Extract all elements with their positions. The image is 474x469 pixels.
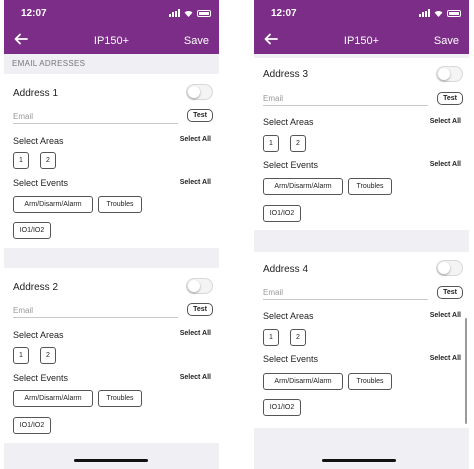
battery-icon [197,9,211,17]
address-2-select-events-label: Select Events [13,373,69,383]
address-3-area-1[interactable]: 1 [263,135,279,152]
address-3-email-input[interactable] [263,92,428,106]
address-3-event-arm-disarm-alarm[interactable]: Arm/Disarm/Alarm [263,178,343,195]
wifi-icon [434,10,443,17]
address-3-toggle[interactable] [436,66,463,82]
address-2-event-arm-disarm-alarm[interactable]: Arm/Disarm/Alarm [13,390,93,407]
home-indicator[interactable] [322,459,396,462]
address-4-event-troubles[interactable]: Troubles [348,373,392,390]
address-3-select-areas-label: Select Areas [263,117,314,127]
phone-screen-right: 12:07 IP150+ Save Address 3 Test Select … [254,0,469,469]
address-1-areas-select-all[interactable]: Select All [180,136,211,143]
scrollbar[interactable] [465,318,467,424]
address-3-event-troubles[interactable]: Troubles [348,178,392,195]
address-2-area-1[interactable]: 1 [13,347,29,364]
address-1-select-events-label: Select Events [13,178,69,188]
nav-bar: IP150+ Save [254,26,469,54]
address-4-select-areas-label: Select Areas [263,311,314,321]
battery-icon [447,9,461,17]
address-4-toggle[interactable] [436,260,463,276]
address-4-events-select-all[interactable]: Select All [430,355,461,362]
address-2-title: Address 2 [13,282,59,293]
address-3-card: Address 3 Test Select Areas Select All 1… [254,58,469,230]
address-1-title: Address 1 [13,88,59,99]
home-indicator[interactable] [74,459,148,462]
signal-icon [169,9,180,17]
address-4-card: Address 4 Test Select Areas Select All 1… [254,252,469,428]
address-1-card: Address 1 Test Select Areas Select All 1… [4,74,219,248]
signal-icon [419,9,430,17]
address-4-title: Address 4 [263,264,309,275]
address-4-test-button[interactable]: Test [437,286,463,299]
address-1-area-2[interactable]: 2 [40,152,56,169]
address-4-area-2[interactable]: 2 [290,329,306,346]
address-1-test-button[interactable]: Test [187,109,213,122]
address-2-event-io1-io2[interactable]: IO1/IO2 [13,417,51,434]
save-button[interactable]: Save [434,35,459,47]
address-4-event-arm-disarm-alarm[interactable]: Arm/Disarm/Alarm [263,373,343,390]
address-4-area-1[interactable]: 1 [263,329,279,346]
address-3-event-io1-io2[interactable]: IO1/IO2 [263,205,301,222]
status-bar: 12:07 [254,0,469,26]
save-button[interactable]: Save [184,35,209,47]
address-3-area-2[interactable]: 2 [290,135,306,152]
address-3-select-events-label: Select Events [263,160,319,170]
address-3-test-button[interactable]: Test [437,92,463,105]
address-1-select-areas-label: Select Areas [13,136,64,146]
address-2-test-button[interactable]: Test [187,303,213,316]
address-4-areas-select-all[interactable]: Select All [430,312,461,319]
address-2-areas-select-all[interactable]: Select All [180,330,211,337]
address-4-event-io1-io2[interactable]: IO1/IO2 [263,399,301,416]
address-2-email-input[interactable] [13,304,178,318]
phone-screen-left: 12:07 IP150+ Save EMAIL ADRESSES Address… [4,0,219,469]
address-1-toggle[interactable] [186,84,213,100]
email-addresses-header: EMAIL ADRESSES [4,54,219,74]
address-1-events-select-all[interactable]: Select All [180,179,211,186]
address-1-email-input[interactable] [13,110,178,124]
address-2-area-2[interactable]: 2 [40,347,56,364]
address-1-event-arm-disarm-alarm[interactable]: Arm/Disarm/Alarm [13,196,93,213]
address-1-area-1[interactable]: 1 [13,152,29,169]
address-1-event-io1-io2[interactable]: IO1/IO2 [13,222,51,239]
status-time: 12:07 [21,8,47,19]
status-time: 12:07 [271,8,297,19]
address-3-title: Address 3 [263,69,309,80]
status-bar: 12:07 [4,0,219,26]
address-2-events-select-all[interactable]: Select All [180,374,211,381]
nav-bar: IP150+ Save [4,26,219,54]
address-3-events-select-all[interactable]: Select All [430,161,461,168]
address-3-areas-select-all[interactable]: Select All [430,118,461,125]
address-4-select-events-label: Select Events [263,354,319,364]
wifi-icon [184,10,193,17]
address-2-select-areas-label: Select Areas [13,330,64,340]
section-header-label: EMAIL ADRESSES [12,59,86,68]
address-4-email-input[interactable] [263,286,428,300]
address-1-event-troubles[interactable]: Troubles [98,196,142,213]
address-2-event-troubles[interactable]: Troubles [98,390,142,407]
address-2-toggle[interactable] [186,278,213,294]
address-2-card: Address 2 Test Select Areas Select All 1… [4,268,219,443]
